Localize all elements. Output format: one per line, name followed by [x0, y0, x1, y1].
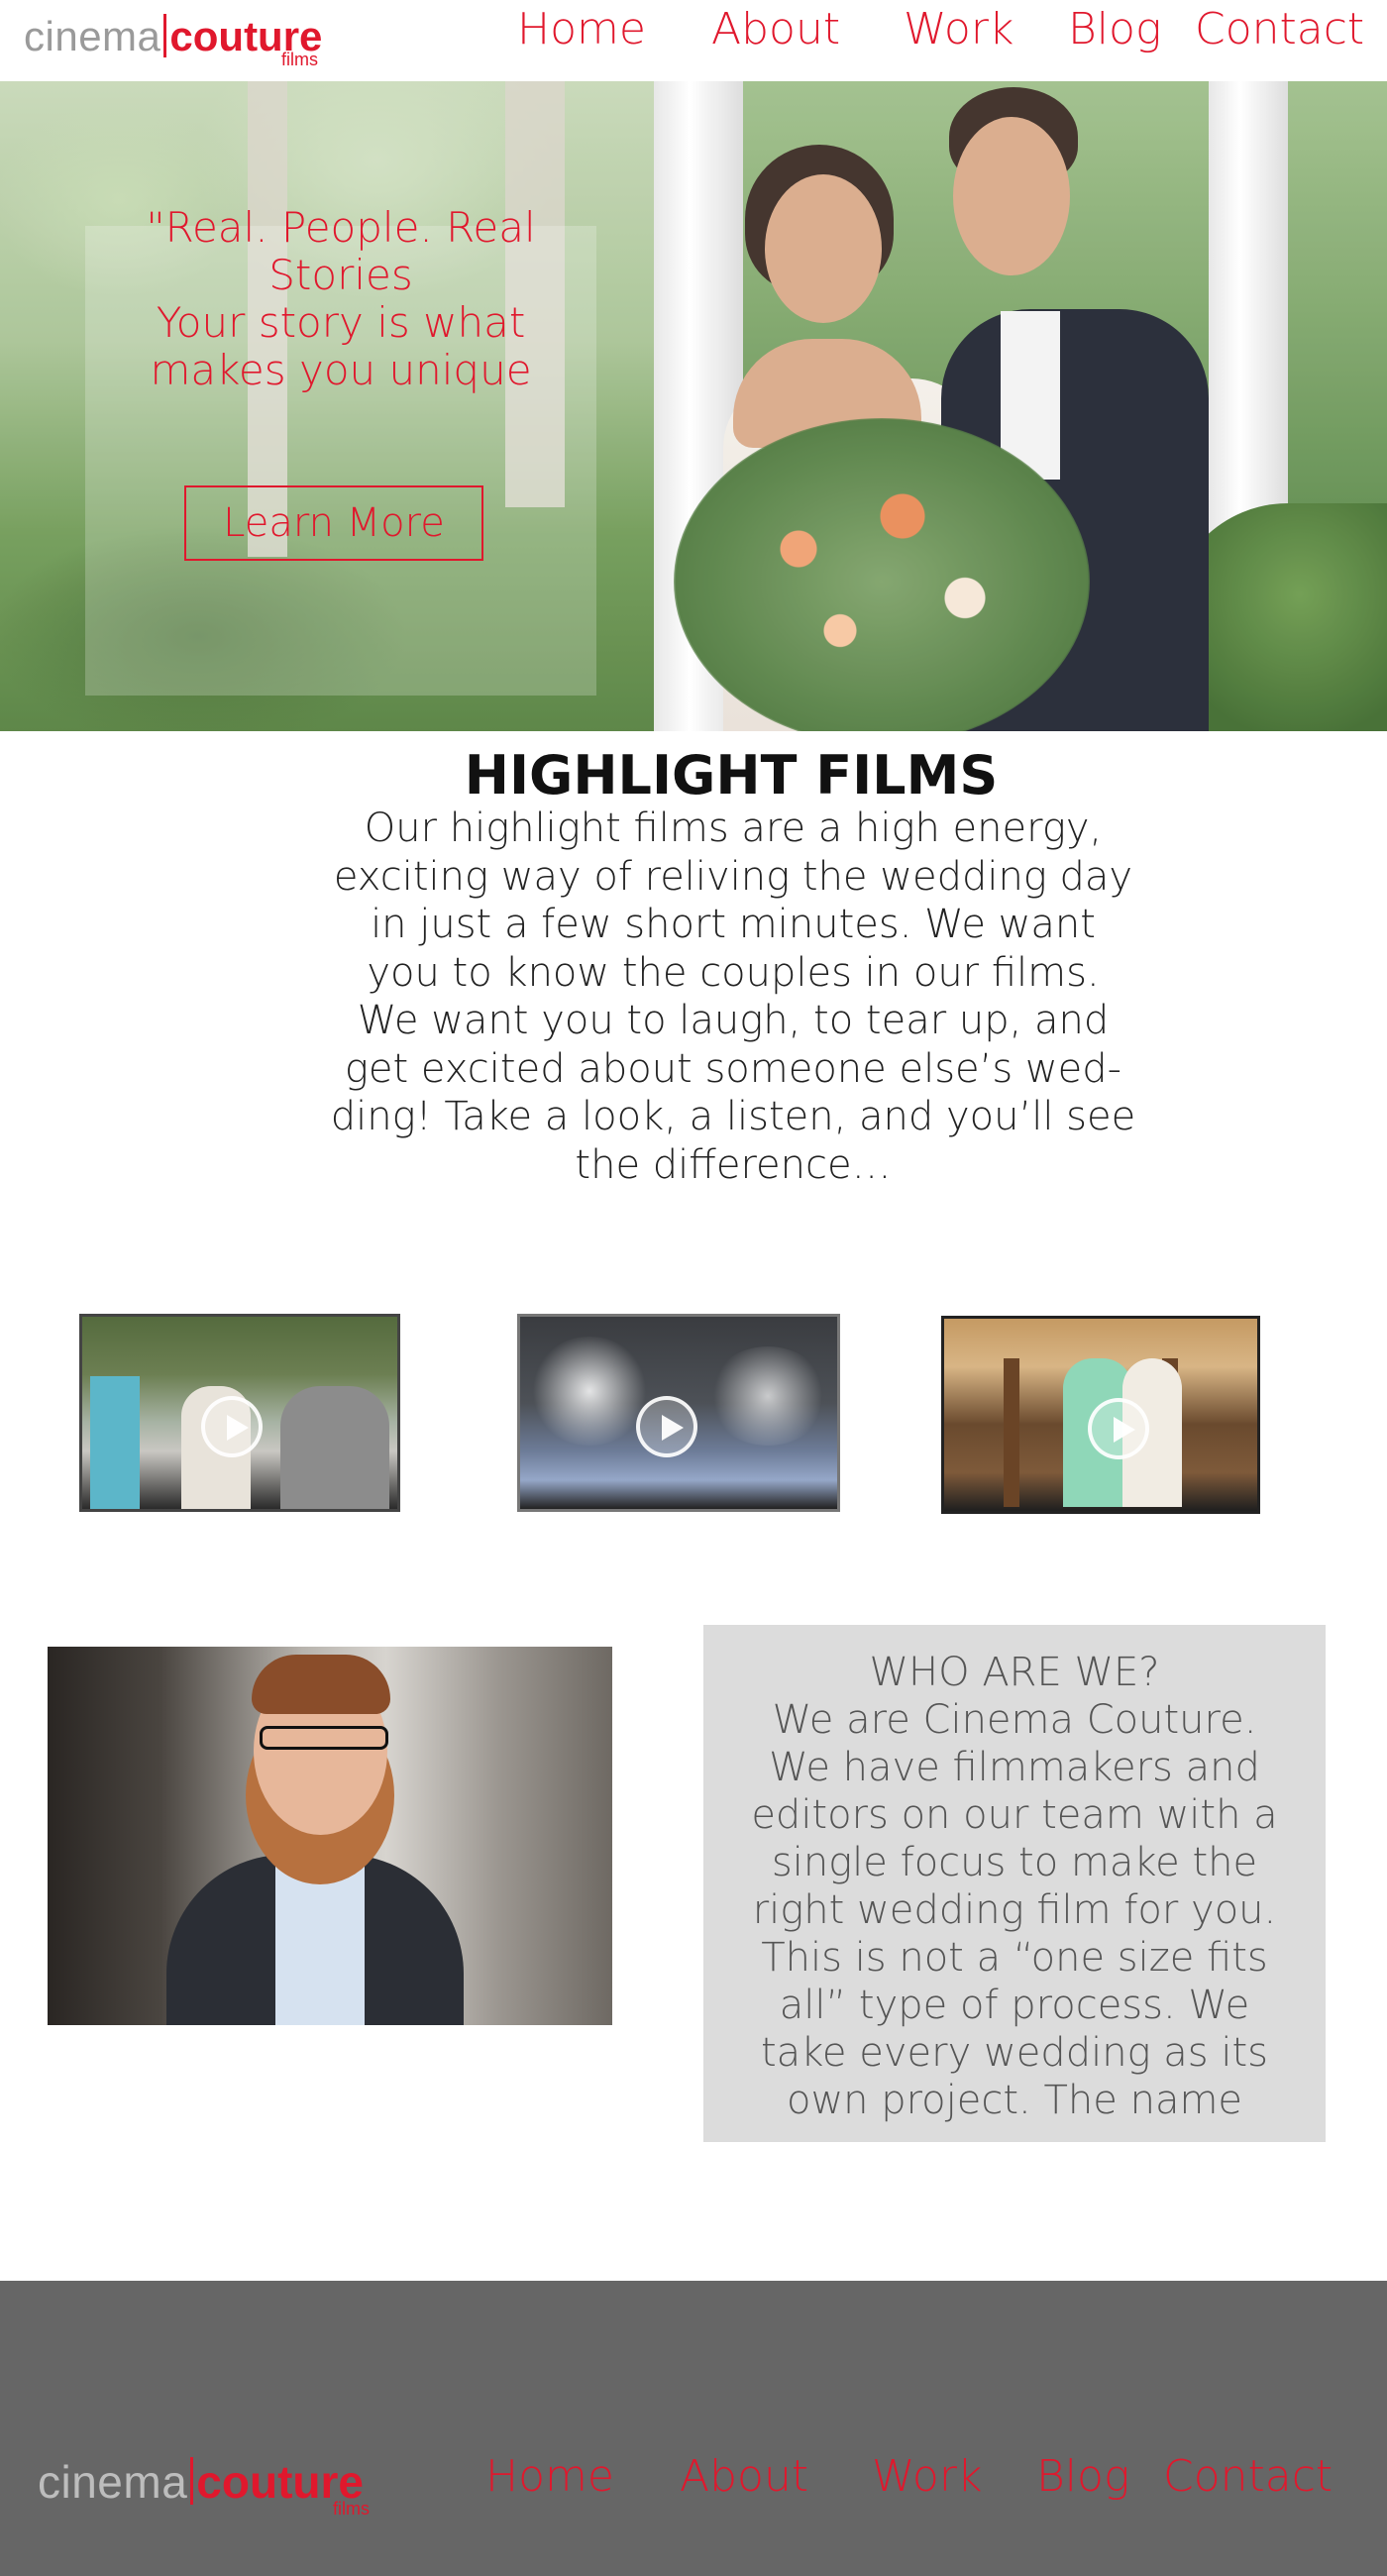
highlight-text-line: exciting way of reliving the wedding day	[333, 853, 1133, 900]
footer-nav-home[interactable]: Home	[485, 2451, 614, 2502]
highlight-text-line: Our highlight films are a high energy,	[364, 805, 1103, 851]
nav-home[interactable]: Home	[517, 4, 646, 54]
about-content: WHO ARE WE? We are Cinema Couture. We ha…	[703, 1649, 1326, 2124]
footer-nav-work[interactable]: Work	[872, 2451, 982, 2502]
about-text-line: right wedding film for you.	[752, 1887, 1277, 1933]
footer-nav-about[interactable]: About	[680, 2451, 808, 2502]
about-title: WHO ARE WE?	[869, 1650, 1160, 1695]
hero-quote-line: "Real. People. Real	[146, 203, 536, 252]
footer-nav-contact[interactable]: Contact	[1163, 2451, 1333, 2502]
logo-cinema-text: cinema	[24, 13, 161, 59]
highlight-title: HIGHLIGHT FILMS	[464, 744, 999, 806]
play-icon[interactable]	[636, 1396, 697, 1457]
nav-about[interactable]: About	[711, 4, 840, 54]
nav-contact[interactable]: Contact	[1195, 4, 1364, 54]
highlight-text-line: you to know the couples in our films.	[367, 949, 1100, 996]
site-header: cinema couture films Home About Work Blo…	[0, 0, 1387, 81]
about-text-line: take every wedding as its	[761, 2030, 1268, 2076]
highlight-text-line: the difference…	[575, 1141, 892, 1188]
about-text-line: editors on our team with a	[751, 1792, 1278, 1838]
hero-section	[0, 81, 1387, 731]
about-text-line: single focus to make the	[771, 1840, 1258, 1885]
hero-quote: "Real. People. Real Stories Your story i…	[85, 204, 596, 394]
nav-blog[interactable]: Blog	[1068, 4, 1161, 54]
thumb-hut-post	[1004, 1358, 1019, 1507]
site-logo[interactable]: cinema couture films	[24, 6, 322, 69]
thumb-sparklers	[530, 1337, 649, 1446]
logo-divider	[190, 2457, 194, 2505]
highlight-text-line: We want you to laugh, to tear up, and	[357, 998, 1110, 1043]
highlight-description: Our highlight films are a high energy, e…	[287, 805, 1179, 1189]
about-text-line: own project. The name	[786, 2078, 1243, 2123]
thumb-sparklers	[708, 1346, 827, 1446]
logo-films-text: films	[281, 50, 318, 69]
video-thumbnail-beach[interactable]	[941, 1316, 1260, 1514]
logo-cinema-text: cinema	[38, 2456, 188, 2508]
about-text-line: We have filmmakers and	[769, 1745, 1260, 1790]
hero-quote-line: Your story is what	[156, 298, 526, 347]
learn-more-button[interactable]: Learn More	[184, 485, 483, 561]
site-footer: cinema couture films Home About Work Blo…	[0, 2281, 1387, 2576]
highlight-text-line: get excited about someone else’s wed-	[344, 1045, 1122, 1092]
team-member-photo	[48, 1647, 612, 2025]
hero-quote-line: makes you unique	[150, 346, 532, 394]
video-thumbnail-ceremony[interactable]	[79, 1314, 400, 1512]
about-text-line: all” type of process. We	[779, 1983, 1250, 2028]
about-text-line: This is not a “one size fits	[761, 1935, 1268, 1981]
play-icon[interactable]	[1088, 1398, 1149, 1459]
play-icon[interactable]	[201, 1396, 263, 1457]
highlight-text-line: ding! Take a look, a listen, and you’ll …	[330, 1094, 1136, 1139]
portrait-hair	[252, 1655, 390, 1714]
highlight-text-line: in just a few short minutes. We want	[371, 902, 1096, 947]
logo-divider	[163, 14, 167, 57]
thumb-figure	[90, 1376, 140, 1509]
logo-films-text: films	[333, 2499, 370, 2519]
portrait-glasses	[260, 1726, 388, 1750]
footer-logo[interactable]: cinema couture films	[38, 2449, 370, 2519]
thumb-figure	[280, 1386, 389, 1509]
footer-nav-blog[interactable]: Blog	[1036, 2451, 1129, 2502]
video-thumbnail-reception[interactable]	[517, 1314, 840, 1512]
hero-quote-line: Stories	[268, 251, 413, 299]
about-text-line: We are Cinema Couture.	[772, 1697, 1257, 1743]
nav-work[interactable]: Work	[904, 4, 1014, 54]
